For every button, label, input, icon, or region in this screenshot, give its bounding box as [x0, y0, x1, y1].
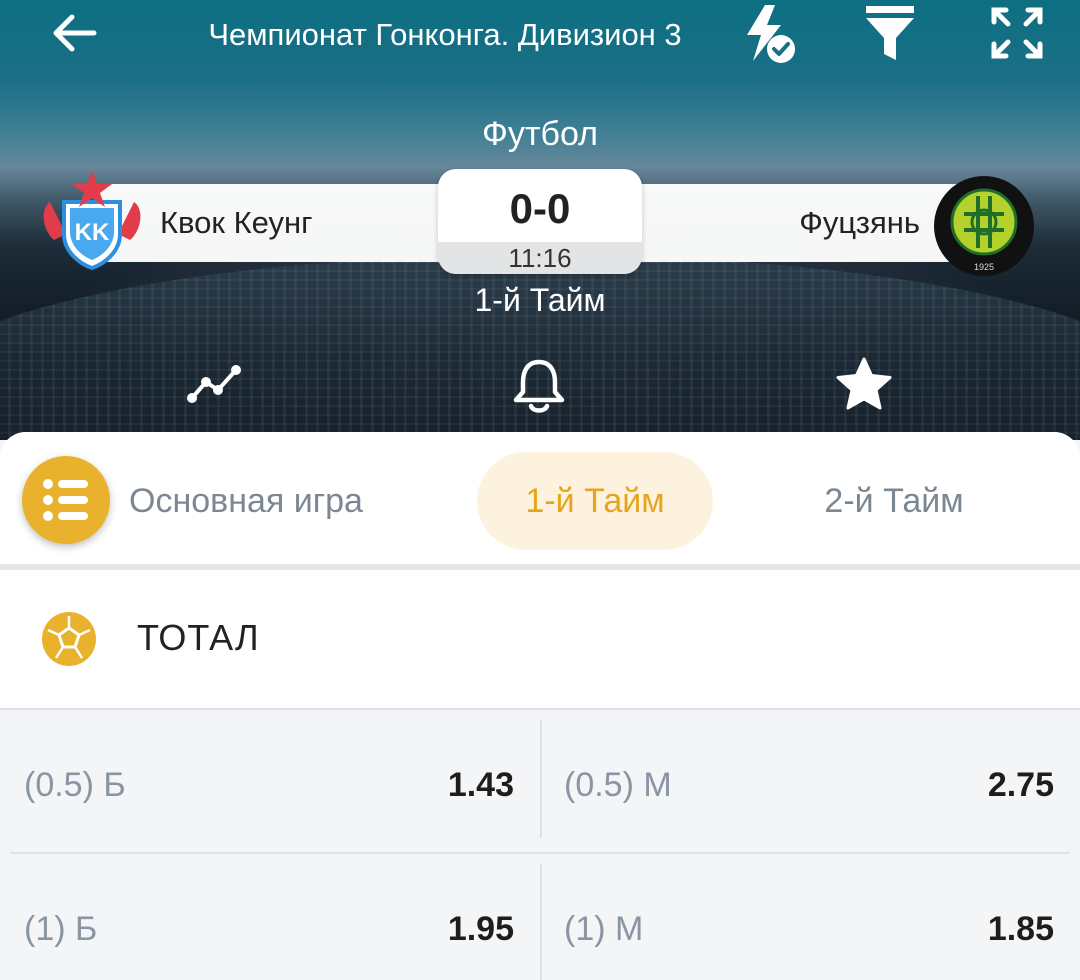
- match-header: Чемпионат Гонконга. Дивизион 3 Футбол Кв…: [0, 0, 1080, 440]
- home-team-name: Квок Кеунг: [160, 205, 313, 240]
- odd-button[interactable]: (1) Б 1.95: [0, 854, 540, 980]
- period-tabs: Основная игра 1-й Тайм 2-й Тайм: [0, 432, 1080, 564]
- market-header[interactable]: ТОТАЛ: [0, 570, 1080, 710]
- tab-first-half[interactable]: 1-й Тайм: [477, 452, 713, 550]
- stats-chart-icon[interactable]: [186, 362, 244, 411]
- markets-panel: Основная игра 1-й Тайм 2-й Тайм ТОТАЛ (0…: [0, 432, 1080, 980]
- away-team-logo: 1925: [932, 174, 1036, 278]
- odd-label: (0.5) М: [564, 766, 672, 804]
- bell-icon[interactable]: [512, 356, 566, 419]
- home-team-bar[interactable]: Квок Кеунг: [100, 184, 460, 262]
- svg-text:1925: 1925: [974, 262, 994, 272]
- score-box: 0-0 11:16: [438, 169, 642, 274]
- odd-value: 1.43: [447, 766, 514, 804]
- odd-button[interactable]: (1) М 1.85: [540, 854, 1080, 980]
- markets-menu-button[interactable]: [22, 456, 110, 544]
- back-arrow-icon[interactable]: [44, 8, 104, 58]
- match-timer: 11:16: [508, 243, 572, 273]
- tab-main-game-label: Основная игра: [129, 481, 363, 520]
- column-divider: [540, 720, 542, 838]
- tab-main-game[interactable]: Основная игра: [96, 452, 396, 550]
- tab-first-half-label: 1-й Тайм: [525, 481, 665, 520]
- odd-value: 1.95: [447, 910, 514, 948]
- odd-button[interactable]: (0.5) Б 1.43: [0, 710, 540, 855]
- match-period: 1-й Тайм: [474, 282, 606, 318]
- home-team-logo: KK: [40, 168, 144, 272]
- odd-value: 1.85: [987, 910, 1054, 948]
- odd-label: (0.5) Б: [24, 766, 126, 804]
- expand-icon[interactable]: [984, 2, 1050, 64]
- list-icon: [43, 479, 88, 521]
- away-team-name: Фуцзянь: [799, 205, 920, 240]
- match-score: 0-0: [509, 185, 571, 232]
- soccer-ball-icon: [40, 610, 98, 673]
- tab-second-half-label: 2-й Тайм: [824, 481, 964, 520]
- quick-bet-icon[interactable]: [736, 2, 802, 68]
- star-icon[interactable]: [834, 356, 894, 417]
- match-timer-bar: 11:16: [438, 242, 642, 274]
- svg-text:KK: KK: [75, 219, 110, 246]
- market-title: ТОТАЛ: [137, 617, 260, 658]
- odd-value: 2.75: [987, 766, 1054, 804]
- odd-label: (1) М: [564, 910, 644, 948]
- sport-label: Футбол: [482, 115, 598, 153]
- odd-button[interactable]: (0.5) М 2.75: [540, 710, 1080, 855]
- column-divider: [540, 864, 542, 980]
- page-title: Чемпионат Гонконга. Дивизион 3: [208, 17, 682, 52]
- tab-second-half[interactable]: 2-й Тайм: [776, 452, 1012, 550]
- odd-label: (1) Б: [24, 910, 98, 948]
- filter-icon[interactable]: [860, 2, 920, 64]
- away-team-bar[interactable]: Фуцзянь: [620, 184, 980, 262]
